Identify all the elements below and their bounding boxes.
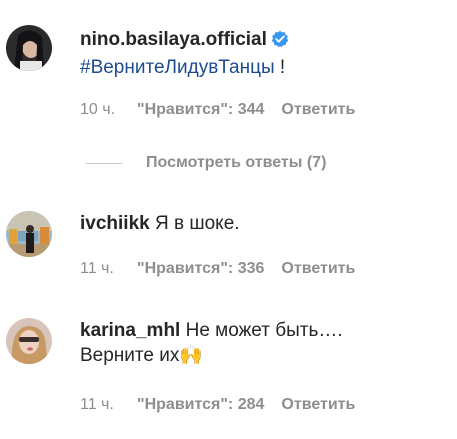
username[interactable]: ivchiikk: [80, 213, 150, 234]
reply-button[interactable]: Ответить: [281, 101, 355, 119]
username[interactable]: karina_mhl: [80, 320, 180, 341]
timestamp[interactable]: 10 ч.: [80, 101, 137, 119]
comment-body: ivchiikk Я в шоке.: [80, 211, 449, 236]
comment-text: Я в шоке.: [155, 213, 240, 234]
comment-text-line2: Верните их🙌: [80, 345, 204, 366]
avatar[interactable]: [6, 25, 52, 71]
timestamp[interactable]: 11 ч.: [80, 396, 137, 414]
comment-text: !: [274, 57, 286, 78]
likes-count[interactable]: "Нравится": 344: [137, 101, 264, 119]
timestamp[interactable]: 11 ч.: [80, 260, 137, 278]
reply-button[interactable]: Ответить: [281, 396, 355, 414]
avatar[interactable]: [6, 211, 52, 257]
comment-meta: 11 ч. "Нравится": 284 Ответить: [80, 396, 355, 414]
comment-text: Не может быть….: [185, 320, 343, 341]
comment-body: karina_mhl Не может быть…. Верните их🙌: [80, 318, 449, 368]
avatar[interactable]: [6, 318, 52, 364]
comment-body: nino.basilaya.official #ВернитеЛидувТанц…: [80, 27, 449, 80]
verified-badge-icon: [271, 30, 289, 55]
comment-meta: 10 ч. "Нравится": 344 Ответить: [80, 101, 355, 119]
replies-divider: [86, 162, 122, 164]
view-replies-label: Посмотреть ответы (7): [146, 154, 327, 171]
view-replies-button[interactable]: Посмотреть ответы (7): [86, 150, 326, 176]
comment-meta: 11 ч. "Нравится": 336 Ответить: [80, 260, 355, 278]
username[interactable]: nino.basilaya.official: [80, 29, 267, 50]
reply-button[interactable]: Ответить: [281, 260, 355, 278]
likes-count[interactable]: "Нравится": 336: [137, 260, 264, 278]
likes-count[interactable]: "Нравится": 284: [137, 396, 264, 414]
hashtag-link[interactable]: #ВернитеЛидувТанцы: [80, 57, 275, 78]
